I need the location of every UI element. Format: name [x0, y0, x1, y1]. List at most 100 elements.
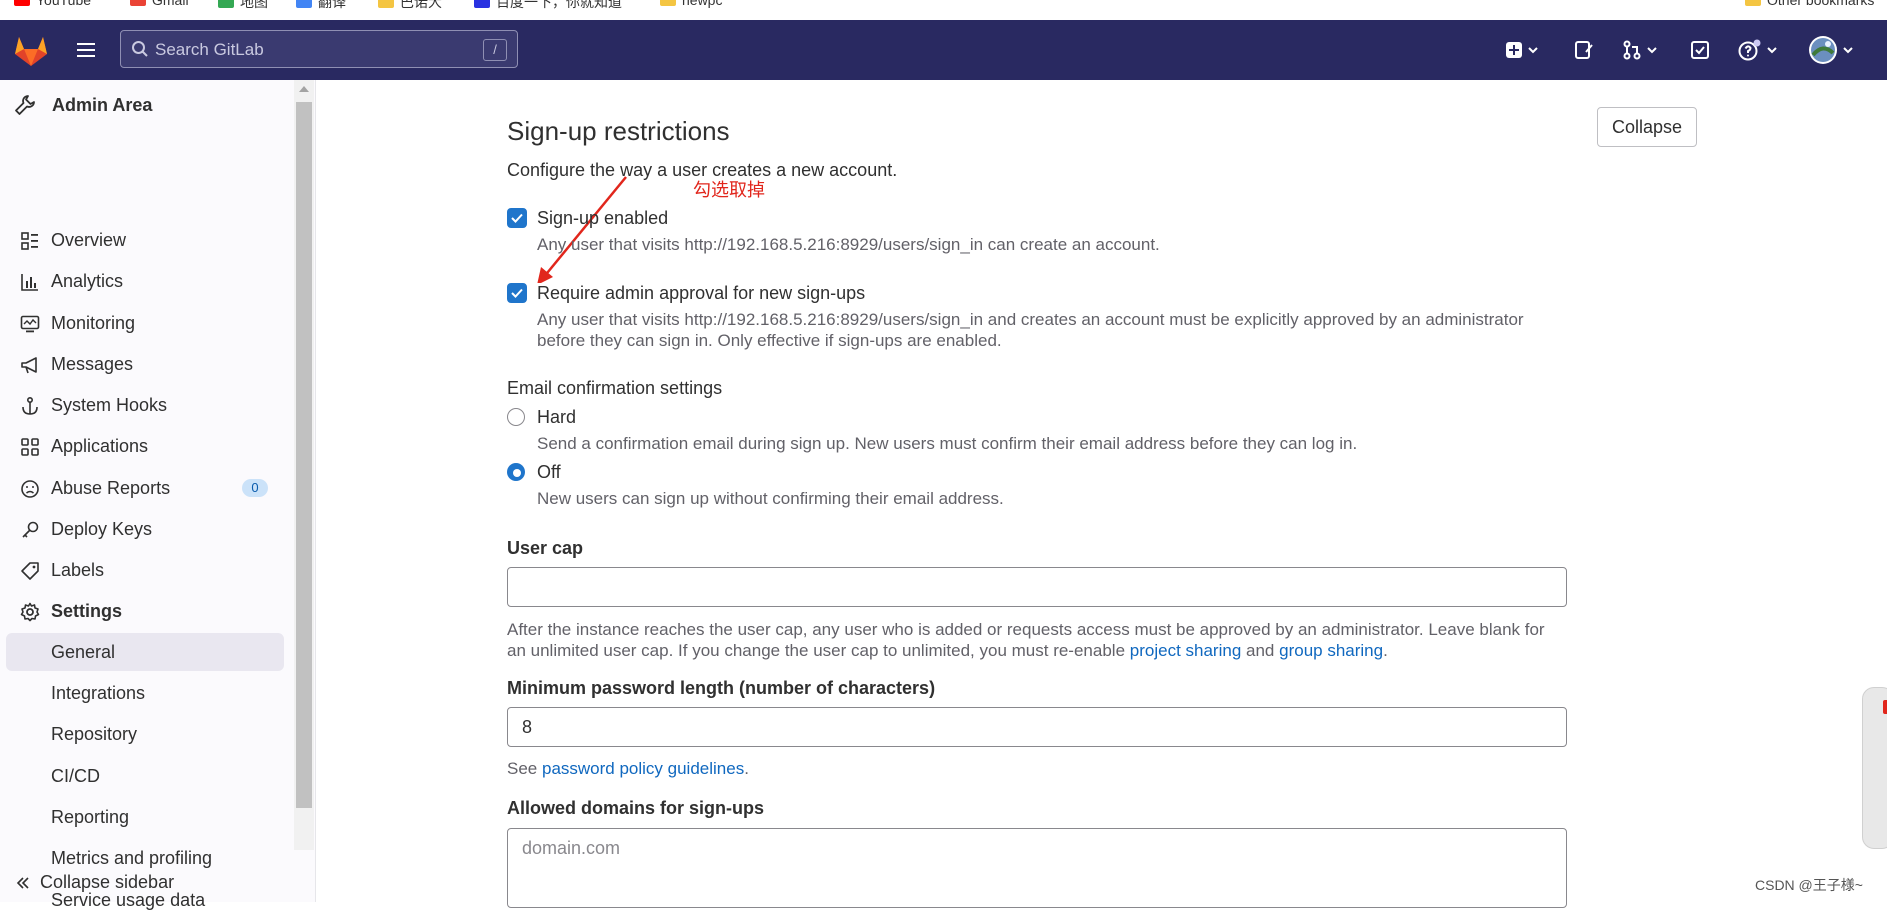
- project-sharing-link[interactable]: project sharing: [1130, 641, 1242, 660]
- section-title: Sign-up restrictions: [507, 116, 730, 146]
- annotation-text: 勾选取掉: [693, 180, 765, 200]
- sidebar-item-label: Monitoring: [51, 312, 136, 333]
- avatar: [1809, 36, 1837, 64]
- folder-icon: [660, 0, 676, 6]
- min-password-input[interactable]: 8: [507, 707, 1567, 747]
- email-confirmation-off-label[interactable]: Off: [537, 462, 561, 483]
- user-menu-dropdown[interactable]: [1808, 36, 1854, 64]
- sidebar-item-system-hooks[interactable]: System Hooks: [6, 386, 284, 424]
- search-input[interactable]: Search GitLab /: [120, 30, 518, 68]
- widget-icon: [1883, 700, 1887, 714]
- sidebar-item-deploy-keys[interactable]: Deploy Keys: [6, 510, 284, 548]
- chevron-down-icon: [1843, 47, 1853, 54]
- sidebar-item-settings[interactable]: Settings: [6, 592, 284, 630]
- email-confirmation-label: Email confirmation settings: [507, 378, 723, 398]
- sidebar-item-label: Labels: [51, 559, 105, 580]
- signup-enabled-checkbox[interactable]: [507, 208, 527, 228]
- collapse-section-button[interactable]: Collapse: [1597, 107, 1697, 147]
- merge-requests-dropdown[interactable]: [1622, 38, 1658, 62]
- floating-widget[interactable]: [1862, 687, 1887, 849]
- bookmark-newpc[interactable]: newpc: [660, 0, 722, 8]
- issues-button[interactable]: [1574, 38, 1594, 62]
- password-policy-link[interactable]: password policy guidelines: [542, 759, 744, 778]
- min-password-help: See password policy guidelines.: [507, 758, 749, 779]
- sidebar-item-label: Messages: [51, 353, 134, 374]
- todo-icon: [1691, 41, 1709, 59]
- user-cap-input[interactable]: [507, 567, 1567, 607]
- allowed-domains-label: Allowed domains for sign-ups: [507, 798, 765, 818]
- settings-icon: [20, 602, 40, 622]
- search-placeholder: Search GitLab: [155, 40, 264, 59]
- sidebar-header[interactable]: Admin Area: [14, 94, 152, 116]
- sidebar-item-label: Abuse Reports: [51, 477, 171, 498]
- abuse-reports-count-badge: 0: [242, 479, 268, 497]
- double-chevron-left-icon: [16, 876, 29, 889]
- anchor-icon: [22, 396, 38, 415]
- sidebar-subitem-general[interactable]: General: [6, 633, 284, 671]
- help-dropdown[interactable]: [1738, 38, 1778, 62]
- sidebar-item-monitoring[interactable]: Monitoring: [6, 304, 284, 342]
- admin-approval-label[interactable]: Require admin approval for new sign-ups: [537, 283, 865, 304]
- sidebar-subitem-repository[interactable]: Repository: [6, 715, 284, 753]
- sidebar-item-label: General: [51, 641, 116, 662]
- bookmark-folder-1[interactable]: 巴诺大: [378, 0, 442, 12]
- main-content: Sign-up restrictions Collapse Configure …: [316, 80, 1887, 908]
- megaphone-icon: [21, 357, 37, 374]
- other-bookmarks[interactable]: Other bookmarks: [1745, 0, 1874, 8]
- sidebar-subitem-reporting[interactable]: Reporting: [6, 798, 284, 836]
- email-confirmation-off-help: New users can sign up without confirming…: [537, 489, 1004, 508]
- maps-icon: [218, 0, 234, 8]
- signup-enabled-help: Any user that visits http://192.168.5.21…: [537, 235, 1160, 254]
- bookmark-youtube[interactable]: YouTube: [14, 0, 91, 8]
- scroll-up-arrow-icon[interactable]: [299, 86, 309, 92]
- sidebar-item-messages[interactable]: Messages: [6, 345, 284, 383]
- email-confirmation-off-radio[interactable]: [507, 463, 525, 481]
- email-confirmation-hard-help: Send a confirmation email during sign up…: [537, 434, 1358, 453]
- gitlab-logo-icon[interactable]: [13, 33, 49, 67]
- folder-icon: [378, 0, 394, 8]
- analytics-icon: [21, 274, 38, 291]
- sidebar-subitem-ci-cd[interactable]: CI/CD: [6, 757, 284, 795]
- bookmark-maps[interactable]: 地图: [218, 0, 268, 12]
- key-icon: [22, 521, 39, 538]
- sidebar-item-applications[interactable]: Applications: [6, 427, 284, 465]
- user-cap-label: User cap: [507, 538, 584, 558]
- wrench-icon: [15, 95, 35, 115]
- baidu-icon: [474, 0, 490, 8]
- sidebar-item-abuse-reports[interactable]: Abuse Reports 0: [6, 469, 284, 507]
- sidebar-item-label: CI/CD: [51, 765, 100, 786]
- allowed-domains-textarea[interactable]: domain.com: [507, 828, 1567, 908]
- user-cap-help-text: an unlimited user cap. If you change the…: [507, 641, 1126, 660]
- sidebar-subitem-integrations[interactable]: Integrations: [6, 674, 284, 712]
- sidebar-item-label: Metrics and profiling: [51, 847, 213, 868]
- user-cap-help-line1: After the instance reaches the user cap,…: [507, 620, 1545, 639]
- merge-request-icon: [1623, 40, 1641, 60]
- sidebar-item-label: Integrations: [51, 682, 146, 703]
- overview-icon: [21, 232, 38, 250]
- hamburger-menu-icon[interactable]: [74, 38, 98, 62]
- sidebar-item-overview[interactable]: Overview: [6, 221, 284, 259]
- todos-button[interactable]: [1690, 38, 1710, 62]
- email-confirmation-hard-label[interactable]: Hard: [537, 407, 576, 428]
- folder-icon: [1745, 0, 1761, 6]
- chevron-down-icon: [1767, 47, 1777, 54]
- bookmark-gmail[interactable]: Gmail: [130, 0, 189, 8]
- bookmarks-bar: YouTube Gmail 地图 翻译 巴诺大 百度一下，你就知道 newpc …: [0, 0, 1887, 21]
- abuse-icon: [21, 480, 39, 498]
- sidebar-item-label: Deploy Keys: [51, 518, 153, 539]
- applications-icon: [21, 438, 39, 456]
- sidebar-item-analytics[interactable]: Analytics: [6, 262, 284, 300]
- sidebar-item-labels[interactable]: Labels: [6, 551, 284, 589]
- signup-enabled-label[interactable]: Sign-up enabled: [537, 208, 668, 229]
- label-icon: [21, 562, 39, 580]
- sidebar-scrollbar-thumb[interactable]: [296, 102, 312, 808]
- admin-approval-checkbox[interactable]: [507, 283, 527, 303]
- bookmark-baidu[interactable]: 百度一下，你就知道: [474, 0, 622, 12]
- email-confirmation-hard-radio[interactable]: [507, 408, 525, 426]
- collapse-sidebar-button[interactable]: Collapse sidebar: [16, 872, 174, 893]
- new-dropdown[interactable]: [1505, 38, 1539, 62]
- bookmark-translate[interactable]: 翻译: [296, 0, 346, 12]
- collapse-sidebar-label: Collapse sidebar: [40, 872, 175, 892]
- checkmark-icon: [511, 213, 523, 223]
- group-sharing-link[interactable]: group sharing: [1279, 641, 1383, 660]
